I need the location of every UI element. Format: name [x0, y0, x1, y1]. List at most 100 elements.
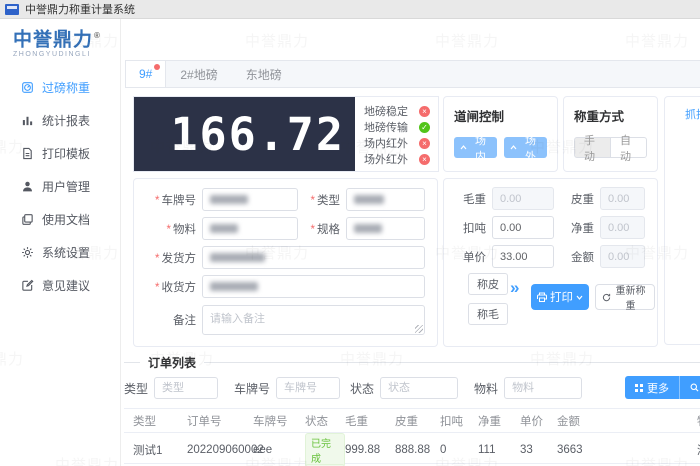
cell-type: 测试1	[133, 442, 187, 458]
tab-2-dibang[interactable]: 2#地磅	[166, 61, 231, 87]
field-label: 规格	[317, 224, 340, 236]
tab-9[interactable]: 9#	[126, 61, 166, 87]
filter-plate-input[interactable]	[276, 377, 340, 399]
receiver-input[interactable]	[202, 275, 425, 298]
cell-plate: eee	[253, 444, 305, 456]
brand-subtitle: ZHONGYUDINGLI	[13, 51, 120, 58]
filter-status-input[interactable]	[380, 377, 458, 399]
col-net: 净重	[478, 413, 520, 429]
weigh-values-card: 毛重 皮重 扣吨 净重 单价 金额 称皮 称毛 打印 重新称重	[443, 178, 658, 347]
sidebar-item-weighing[interactable]: 过磅称重	[0, 71, 120, 104]
mode-option-label: 自动	[620, 132, 637, 164]
sender-input[interactable]	[202, 246, 425, 269]
status-badge: 已完成	[305, 433, 345, 466]
print-button[interactable]: 打印	[531, 284, 589, 310]
filter-type-label: 类型	[124, 380, 148, 397]
col-tare: 皮重	[395, 413, 440, 429]
chevron-down-icon	[576, 295, 583, 300]
weight-value: 166.72	[170, 108, 345, 161]
col-unit-price: 单价	[520, 413, 557, 429]
cell-gross: 999.88	[345, 444, 395, 456]
mode-auto-option[interactable]: 自动	[610, 137, 647, 158]
gate-buttons: 场内 场外	[454, 137, 547, 158]
status-scale-stable: 地磅稳定	[364, 103, 430, 119]
watermark-text: 中誉鼎力	[625, 30, 689, 51]
sidebar-item-reports[interactable]: 统计报表	[0, 104, 120, 137]
app-logo-icon	[5, 4, 19, 15]
status-ok-icon	[419, 122, 430, 133]
tab-label: 东地磅	[246, 66, 282, 83]
cell-tare: 888.88	[395, 444, 440, 456]
gate-button-label: 场外	[520, 132, 541, 164]
plate-input[interactable]	[202, 188, 298, 211]
tare-label: 皮重	[564, 191, 594, 207]
gear-icon	[21, 246, 34, 259]
status-scale-transmit: 地磅传输	[364, 119, 430, 135]
status-infrared-inside: 场内红外	[364, 135, 430, 151]
mode-manual-option[interactable]: 手动	[574, 137, 611, 158]
status-label: 地磅稳定	[364, 103, 408, 119]
orders-section-title: 订单列表	[148, 354, 196, 371]
form-row: *物料 *规格	[146, 217, 425, 240]
weigh-gross-button[interactable]: 称毛	[468, 303, 508, 325]
brand-name: 中誉鼎力	[13, 29, 93, 50]
type-input[interactable]	[346, 188, 425, 211]
more-button[interactable]: 更多	[625, 376, 679, 399]
watermark-text: 中誉鼎力	[245, 30, 309, 51]
grid-dots-icon	[635, 384, 643, 392]
unit-price-input[interactable]	[492, 245, 554, 268]
filter-action-buttons: 更多 搜索	[625, 376, 700, 399]
weigh-row: 毛重 皮重	[456, 187, 645, 210]
refresh-icon	[602, 293, 611, 302]
window-title: 中誉鼎力称重计量系统	[25, 1, 135, 17]
table-row[interactable]: 测试1 202209060002 eee 已完成 999.88 888.88 0…	[124, 433, 700, 464]
reweigh-button[interactable]: 重新称重	[595, 284, 655, 310]
net-input[interactable]	[600, 216, 645, 239]
filter-plate-label: 车牌号	[234, 380, 270, 397]
button-label: 重新称重	[613, 282, 648, 312]
masked-value	[354, 224, 382, 233]
field-label: 发货方	[162, 253, 197, 265]
status-error-icon	[419, 154, 430, 165]
weigh-tare-button[interactable]: 称皮	[468, 273, 508, 295]
deduct-input[interactable]	[492, 216, 554, 239]
amount-input[interactable]	[600, 245, 645, 268]
form-row: *车牌号 *类型	[146, 188, 425, 211]
sidebar-item-label: 用户管理	[42, 178, 90, 195]
search-button[interactable]: 搜索	[679, 376, 700, 399]
col-amount: 金额	[557, 413, 697, 429]
remark-textarea[interactable]	[202, 305, 425, 335]
gate-outside-button[interactable]: 场外	[504, 137, 547, 158]
filter-type-input[interactable]	[154, 377, 218, 399]
receiver-label: *收货方	[146, 279, 202, 295]
scale-status-list: 地磅稳定 地磅传输 场内红外 场外红外	[355, 97, 438, 171]
sidebar-item-label: 使用文档	[42, 211, 90, 228]
sidebar-item-docs[interactable]: 使用文档	[0, 203, 120, 236]
spec-label: *规格	[298, 221, 346, 237]
tare-input[interactable]	[600, 187, 645, 210]
status-infrared-outside: 场外红外	[364, 151, 430, 167]
sidebar-item-feedback[interactable]: 意见建议	[0, 269, 120, 302]
spec-input[interactable]	[346, 217, 425, 240]
sidebar-item-print-templates[interactable]: 打印模板	[0, 137, 120, 170]
scale-display-panel: 166.72 地磅稳定 地磅传输 场内红外 场外红外	[133, 96, 439, 172]
material-input[interactable]	[202, 217, 298, 240]
sidebar-item-settings[interactable]: 系统设置	[0, 236, 120, 269]
gate-inside-button[interactable]: 场内	[454, 137, 497, 158]
form-row: *发货方	[146, 246, 425, 269]
sidebar-item-users[interactable]: 用户管理	[0, 170, 120, 203]
gross-input[interactable]	[492, 187, 554, 210]
status-label: 场内红外	[364, 135, 408, 151]
filter-material-label: 物料	[474, 380, 498, 397]
deduct-label: 扣吨	[456, 220, 486, 236]
window-titlebar: 中誉鼎力称重计量系统	[0, 0, 700, 19]
watermark-text: 中誉鼎力	[435, 30, 499, 51]
type-label: *类型	[298, 192, 346, 208]
filter-material-input[interactable]	[504, 377, 582, 399]
status-error-icon	[419, 106, 430, 117]
tab-dong-dibang[interactable]: 东地磅	[232, 61, 296, 87]
snapshot-panel-label[interactable]: 抓拍	[685, 109, 700, 121]
alert-dot-icon	[154, 64, 160, 70]
status-label: 场外红外	[364, 151, 408, 167]
sidebar: 中誉鼎力® ZHONGYUDINGLI 过磅称重 统计报表 打印模板	[0, 18, 121, 466]
